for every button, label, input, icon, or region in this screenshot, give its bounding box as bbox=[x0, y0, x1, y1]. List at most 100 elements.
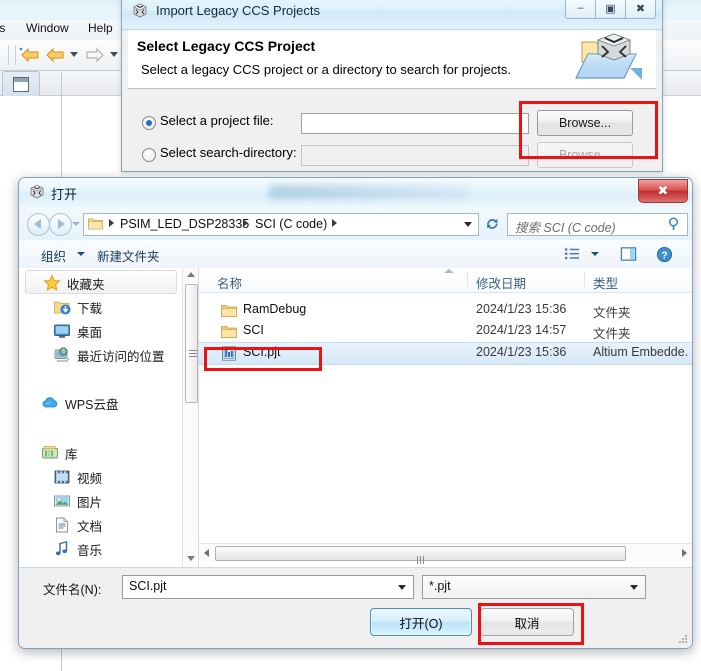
address-bar[interactable]: PSIM_LED_DSP28335 SCI (C code) bbox=[83, 213, 479, 236]
menu-projects[interactable]: ts bbox=[0, 21, 5, 35]
back-button[interactable] bbox=[27, 213, 50, 236]
highlight-browse-button bbox=[519, 101, 658, 159]
import-dialog-titlebar[interactable]: Import Legacy CCS Projects – ▣ ✖ bbox=[122, 0, 662, 30]
sidebar-label-wps-cloud: WPS云盘 bbox=[65, 398, 119, 412]
import-heading: Select Legacy CCS Project bbox=[137, 38, 316, 54]
scroll-up-arrow-icon[interactable] bbox=[186, 272, 195, 277]
back-arrow-icon-2[interactable] bbox=[44, 46, 66, 64]
eclipse-view-tab[interactable] bbox=[2, 71, 40, 96]
sidebar-label-music: 音乐 bbox=[77, 544, 103, 558]
search-input[interactable]: 搜索 SCI (C code) bbox=[515, 217, 616, 236]
view-tab-icon bbox=[13, 77, 29, 92]
help-button[interactable]: ? bbox=[656, 246, 673, 268]
filename-value: SCI.pjt bbox=[129, 579, 167, 593]
hscroll-thumb[interactable] bbox=[215, 546, 626, 564]
sidebar-label-recent-places: 最近访问的位置 bbox=[77, 350, 165, 364]
import-window-buttons: – ▣ ✖ bbox=[565, 0, 656, 19]
import-dialog-title: Import Legacy CCS Projects bbox=[156, 3, 321, 18]
list-view-icon bbox=[564, 248, 580, 260]
sidebar-label-favorites: 收藏夹 bbox=[67, 278, 105, 292]
open-dialog-bottom: 文件名(N): SCI.pjt *.pjt 打开(O) 取消 bbox=[19, 568, 692, 647]
open-button[interactable]: 打开(O) bbox=[370, 608, 472, 636]
forward-button[interactable] bbox=[49, 213, 72, 236]
recent-places-icon bbox=[54, 347, 70, 362]
import-folder-cube-icon bbox=[575, 33, 642, 80]
table-row[interactable]: RamDebug 2024/1/23 15:36 文件夹 bbox=[199, 300, 692, 321]
maximize-icon[interactable]: ▣ bbox=[596, 0, 626, 19]
radio-select-search-directory[interactable] bbox=[142, 148, 156, 162]
sort-ascending-icon bbox=[444, 269, 454, 273]
file-type: Altium Embedde... bbox=[593, 345, 688, 359]
chevron-down-icon[interactable] bbox=[77, 252, 85, 256]
file-name: SCI bbox=[243, 323, 264, 337]
search-box[interactable]: 搜索 SCI (C code) bbox=[507, 213, 688, 236]
column-separator[interactable] bbox=[467, 272, 468, 287]
open-dialog-toolbar: 组织 新建文件夹 ? bbox=[19, 240, 692, 269]
close-icon[interactable]: ✖ bbox=[626, 0, 656, 19]
desktop-icon bbox=[54, 324, 70, 338]
forward-arrow-icon[interactable] bbox=[84, 46, 106, 64]
refresh-icon bbox=[486, 218, 498, 229]
back-arrow-icon[interactable] bbox=[18, 46, 42, 64]
radio-label-project-file: Select a project file: bbox=[160, 113, 274, 128]
chevron-down-icon[interactable] bbox=[591, 252, 599, 256]
highlight-open-button bbox=[478, 603, 584, 645]
ccs-cube-icon bbox=[30, 185, 44, 199]
scroll-down-arrow-icon[interactable] bbox=[186, 556, 195, 561]
places-sidebar: 收藏夹 下载 桌面 最近访问的位置 WPS云盘 库 视频 图片 文档 音乐 bbox=[19, 268, 181, 567]
menu-help[interactable]: Help bbox=[88, 21, 113, 35]
help-icon: ? bbox=[656, 246, 673, 263]
open-dialog-titlebar[interactable]: 打开 ✖ bbox=[19, 178, 692, 207]
back-dropdown-caret-icon[interactable] bbox=[70, 52, 78, 57]
file-type: 文件夹 bbox=[593, 306, 631, 320]
import-dialog-header: Select Legacy CCS Project Select a legac… bbox=[128, 30, 656, 89]
refresh-button[interactable] bbox=[481, 213, 503, 234]
search-directory-input bbox=[301, 145, 529, 166]
radio-select-project-file[interactable] bbox=[142, 116, 156, 130]
cloud-icon bbox=[42, 397, 58, 408]
breadcrumb-item-0[interactable]: PSIM_LED_DSP28335 bbox=[120, 217, 249, 231]
folder-icon bbox=[221, 326, 237, 338]
project-file-input[interactable] bbox=[301, 113, 529, 134]
history-dropdown-icon[interactable] bbox=[72, 222, 80, 226]
scroll-left-arrow-icon[interactable] bbox=[204, 549, 209, 557]
organize-button[interactable]: 组织 bbox=[41, 246, 66, 265]
forward-dropdown-caret-icon[interactable] bbox=[110, 52, 118, 57]
table-row[interactable]: SCI 2024/1/23 14:57 文件夹 bbox=[199, 321, 692, 342]
toolbar-separator bbox=[15, 45, 16, 65]
column-header-date-modified[interactable]: 修改日期 bbox=[476, 273, 526, 292]
breadcrumb-item-1[interactable]: SCI (C code) bbox=[255, 217, 327, 231]
sidebar-vertical-scrollbar[interactable] bbox=[182, 268, 198, 567]
filetype-select[interactable]: *.pjt bbox=[422, 575, 646, 599]
chevron-down-icon[interactable] bbox=[630, 585, 638, 590]
sidebar-label-downloads: 下载 bbox=[77, 302, 103, 316]
ccs-cube-icon bbox=[133, 3, 147, 18]
filename-input[interactable]: SCI.pjt bbox=[122, 575, 414, 599]
view-mode-button[interactable] bbox=[564, 246, 581, 267]
new-folder-button[interactable]: 新建文件夹 bbox=[97, 246, 160, 265]
sidebar-scroll-thumb[interactable] bbox=[185, 284, 198, 403]
minimize-icon[interactable]: – bbox=[565, 0, 596, 19]
file-list-column-headers: 名称 修改日期 类型 bbox=[199, 268, 692, 293]
folder-icon bbox=[88, 218, 103, 230]
scroll-grip-icon bbox=[189, 350, 197, 357]
column-separator[interactable] bbox=[584, 272, 585, 287]
sidebar-label-desktop: 桌面 bbox=[77, 326, 103, 340]
menu-window[interactable]: Window bbox=[26, 21, 69, 35]
resize-grip-icon[interactable] bbox=[679, 635, 688, 644]
column-header-type[interactable]: 类型 bbox=[593, 273, 618, 292]
file-list-horizontal-scrollbar[interactable] bbox=[199, 543, 692, 564]
preview-pane-button[interactable] bbox=[620, 246, 637, 267]
chevron-down-icon[interactable] bbox=[398, 585, 406, 590]
chevron-down-icon[interactable] bbox=[464, 222, 472, 227]
video-icon bbox=[54, 470, 70, 484]
music-icon bbox=[56, 541, 68, 556]
sidebar-label-pictures: 图片 bbox=[77, 496, 103, 510]
search-icon bbox=[669, 217, 678, 230]
close-icon[interactable]: ✖ bbox=[638, 179, 688, 203]
filetype-value: *.pjt bbox=[429, 579, 451, 593]
file-date: 2024/1/23 14:57 bbox=[476, 323, 567, 337]
column-header-name[interactable]: 名称 bbox=[217, 273, 242, 292]
import-subheading: Select a legacy CCS project or a directo… bbox=[141, 62, 511, 77]
scroll-right-arrow-icon[interactable] bbox=[682, 549, 687, 557]
